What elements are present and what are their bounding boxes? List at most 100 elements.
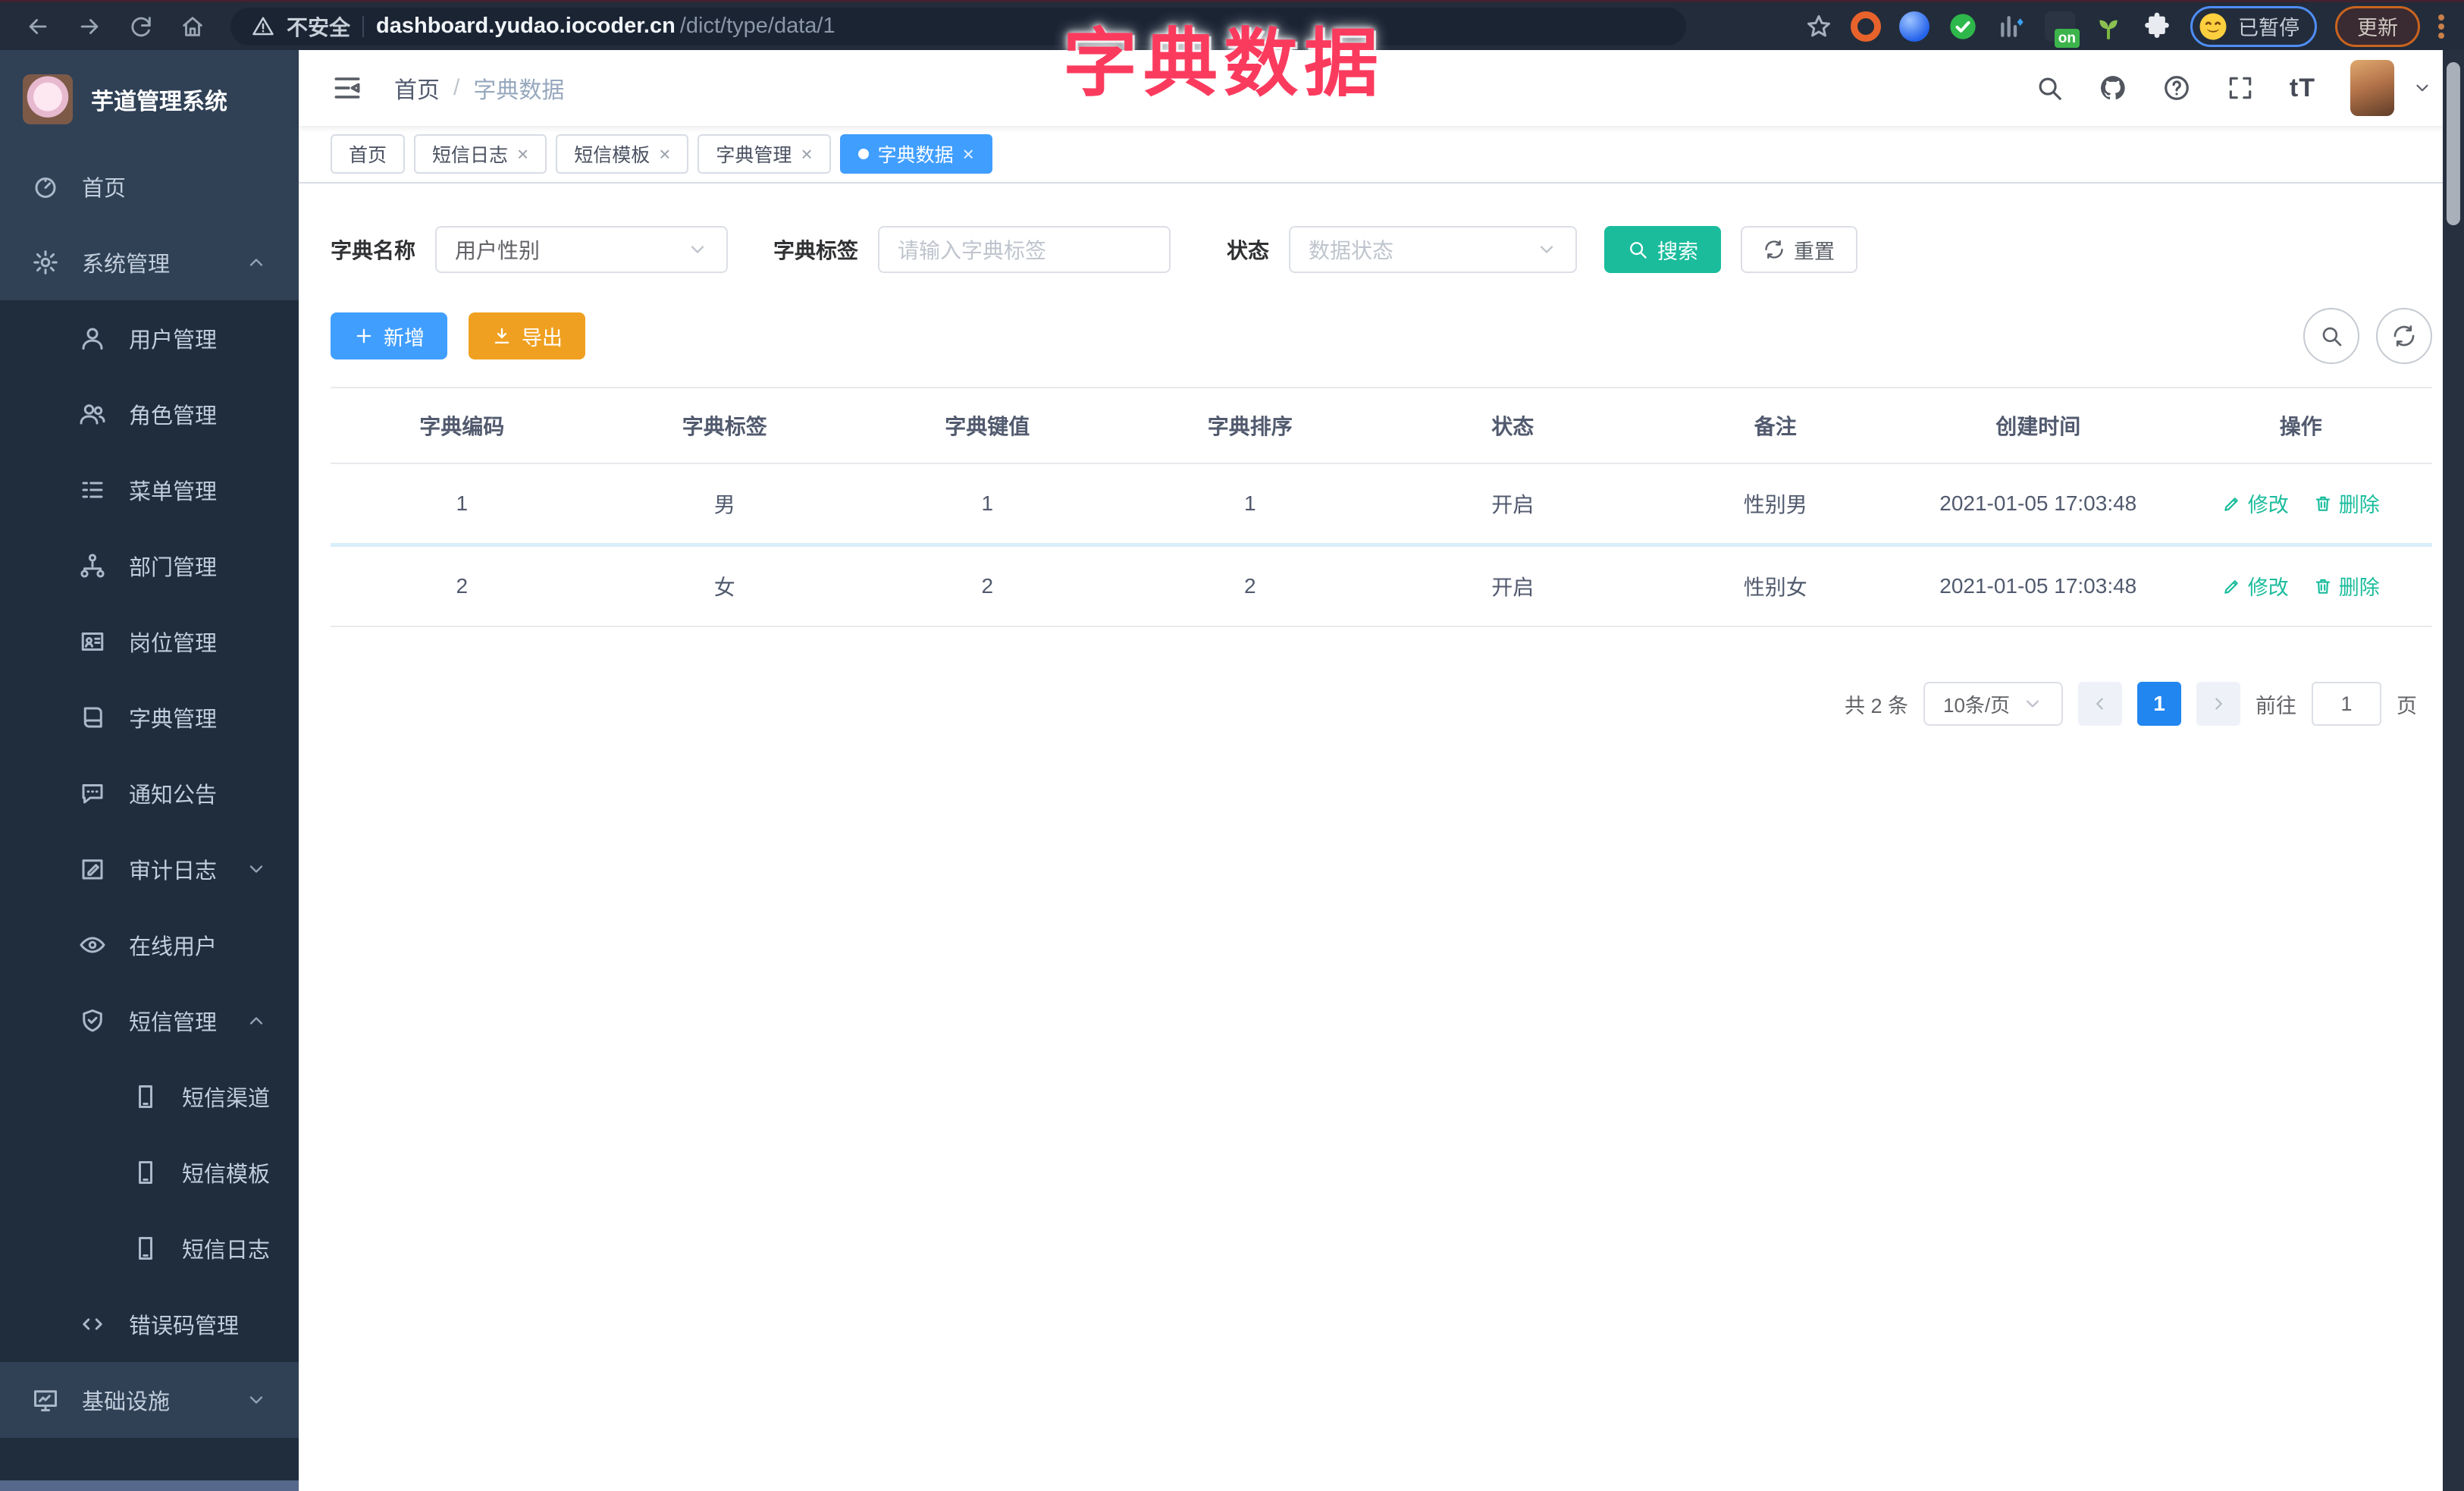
font-size-icon[interactable]: tT bbox=[2290, 74, 2315, 103]
tab[interactable]: 字典数据 × bbox=[839, 134, 992, 174]
edit-link[interactable]: 修改 bbox=[2222, 488, 2289, 518]
sidebar-item[interactable]: 错误码管理 bbox=[0, 1286, 299, 1362]
sidebar-item[interactable]: 短信渠道 bbox=[0, 1059, 299, 1135]
search-button[interactable]: 搜索 bbox=[1604, 226, 1722, 273]
sidebar-item[interactable]: 首页 bbox=[0, 149, 299, 224]
bookmark-star-icon[interactable] bbox=[1805, 13, 1832, 40]
toggle-search-button[interactable] bbox=[2303, 308, 2359, 364]
sidebar-item[interactable]: 系统管理 bbox=[0, 224, 299, 300]
extension-onoff-icon[interactable]: on bbox=[2045, 11, 2080, 48]
sidebar-item[interactable]: 角色管理 bbox=[0, 376, 299, 452]
sidebar-item[interactable]: 菜单管理 bbox=[0, 452, 299, 528]
tab[interactable]: 字典管理 × bbox=[698, 134, 831, 174]
extensions-puzzle-icon[interactable] bbox=[2142, 11, 2172, 42]
scrollbar-thumb[interactable] bbox=[2447, 62, 2460, 225]
add-button[interactable]: 新增 bbox=[331, 312, 447, 359]
table-cell: 2 bbox=[856, 545, 1119, 627]
reload-icon[interactable] bbox=[121, 7, 161, 46]
tab-close-icon[interactable]: × bbox=[801, 144, 812, 164]
page-size-select[interactable]: 10条/页 bbox=[1923, 682, 2063, 726]
help-icon[interactable] bbox=[2162, 74, 2191, 102]
extension-check-icon[interactable] bbox=[1948, 11, 1978, 42]
book-icon bbox=[79, 704, 106, 731]
sidebar-item[interactable]: 基础设施 bbox=[0, 1362, 299, 1438]
home-icon[interactable] bbox=[173, 7, 212, 46]
tab-close-icon[interactable]: × bbox=[963, 144, 974, 164]
screen: 不安全 dashboard.yudao.iocoder.cn /dict/typ… bbox=[0, 0, 2464, 1491]
update-button[interactable]: 更新 bbox=[2335, 5, 2420, 47]
sidebar-item[interactable]: 审计日志 bbox=[0, 831, 299, 907]
dashboard-icon bbox=[32, 173, 59, 200]
extension-icon[interactable] bbox=[1851, 11, 1881, 42]
tab-label: 短信模板 bbox=[574, 145, 650, 166]
tab-close-icon[interactable]: × bbox=[659, 144, 670, 164]
table-tools bbox=[2303, 308, 2432, 364]
sidebar-item[interactable]: 用户管理 bbox=[0, 300, 299, 376]
prev-page-button[interactable] bbox=[2078, 682, 2122, 726]
browser-menu-icon[interactable] bbox=[2438, 10, 2447, 43]
sidebar-item[interactable]: 字典管理 bbox=[0, 680, 299, 755]
navbar-actions: tT bbox=[2035, 60, 2432, 116]
sidebar-item[interactable]: 部门管理 bbox=[0, 528, 299, 604]
tab[interactable]: 短信日志 × bbox=[414, 134, 547, 174]
table-cell: 2 bbox=[1118, 545, 1381, 627]
sidebar-item-label: 短信日志 bbox=[182, 1238, 271, 1263]
back-icon[interactable] bbox=[18, 7, 58, 46]
data-table: 字典编码 字典标签 字典键值 字典排序 状态 备注 创建时间 操作 1 男 1 1 开启 性别男 2021… bbox=[331, 387, 2432, 627]
total-count: 共 2 条 bbox=[1844, 694, 1908, 717]
sidebar: 芋道管理系统 首页 系统管理 用户管理 角色管理 菜单管理 部门管理 岗位管理 … bbox=[0, 50, 299, 1491]
current-page[interactable]: 1 bbox=[2137, 682, 2181, 726]
next-page-button[interactable] bbox=[2196, 682, 2240, 726]
hamburger-icon[interactable] bbox=[331, 71, 364, 105]
org-tree-icon bbox=[79, 552, 106, 579]
active-dot bbox=[857, 149, 869, 159]
logo-row[interactable]: 芋道管理系统 bbox=[0, 50, 299, 149]
edit-link[interactable]: 修改 bbox=[2222, 571, 2289, 601]
extension-leaf-icon[interactable] bbox=[2093, 11, 2124, 42]
user-icon bbox=[79, 325, 106, 352]
sidebar-item[interactable]: 在线用户 bbox=[0, 907, 299, 983]
breadcrumb-home[interactable]: 首页 bbox=[394, 71, 440, 105]
tab-label: 首页 bbox=[349, 145, 387, 166]
delete-link[interactable]: 删除 bbox=[2313, 488, 2380, 518]
sidebar-item[interactable]: 短信日志 bbox=[0, 1210, 299, 1286]
column-header: 创建时间 bbox=[1907, 387, 2170, 464]
browser-profile[interactable]: 已暂停 bbox=[2190, 5, 2317, 47]
goto-page-input[interactable]: 1 bbox=[2312, 682, 2381, 726]
dict-name-select[interactable]: 用户性别 bbox=[435, 226, 729, 273]
github-icon[interactable] bbox=[2099, 74, 2127, 102]
tab[interactable]: 首页 bbox=[331, 134, 406, 174]
tab[interactable]: 短信模板 × bbox=[556, 134, 689, 174]
sidebar-item[interactable]: 短信模板 bbox=[0, 1135, 299, 1210]
search-icon[interactable] bbox=[2035, 74, 2064, 102]
sidebar-item[interactable]: 通知公告 bbox=[0, 755, 299, 831]
table-row: 2 女 2 2 开启 性别女 2021-01-05 17:03:48 修改 删除 bbox=[331, 545, 2432, 627]
column-header: 字典键值 bbox=[856, 387, 1119, 464]
reset-button[interactable]: 重置 bbox=[1741, 226, 1858, 273]
sidebar-item-label: 字典管理 bbox=[129, 708, 218, 732]
forward-icon[interactable] bbox=[70, 7, 109, 46]
tab-close-icon[interactable]: × bbox=[517, 144, 528, 164]
id-card-icon bbox=[79, 628, 106, 655]
delete-link[interactable]: 删除 bbox=[2313, 571, 2380, 601]
export-button[interactable]: 导出 bbox=[469, 312, 585, 359]
extension-stats-icon[interactable] bbox=[1996, 11, 2027, 42]
status-select[interactable]: 数据状态 bbox=[1289, 226, 1578, 273]
online-users-icon bbox=[79, 931, 106, 959]
tab-label: 字典管理 bbox=[716, 145, 792, 166]
dict-label-input[interactable]: 请输入字典标签 bbox=[878, 226, 1171, 273]
table-cell: 1 bbox=[856, 463, 1119, 547]
tab-label: 短信日志 bbox=[432, 145, 509, 166]
user-avatar[interactable] bbox=[2350, 60, 2394, 116]
caret-down-icon[interactable] bbox=[2412, 78, 2432, 98]
extension-icon[interactable] bbox=[1899, 11, 1930, 42]
window-scrollbar[interactable] bbox=[2443, 50, 2464, 1491]
sidebar-item[interactable]: 岗位管理 bbox=[0, 604, 299, 680]
sidebar-item[interactable]: 短信管理 bbox=[0, 983, 299, 1059]
address-bar[interactable]: 不安全 dashboard.yudao.iocoder.cn /dict/typ… bbox=[230, 7, 1686, 46]
refresh-table-button[interactable] bbox=[2376, 308, 2432, 364]
fullscreen-icon[interactable] bbox=[2226, 74, 2255, 102]
sidebar-item-label: 系统管理 bbox=[82, 253, 171, 277]
breadcrumb-current: 字典数据 bbox=[473, 78, 565, 103]
goto-label: 前往 bbox=[2256, 694, 2296, 717]
